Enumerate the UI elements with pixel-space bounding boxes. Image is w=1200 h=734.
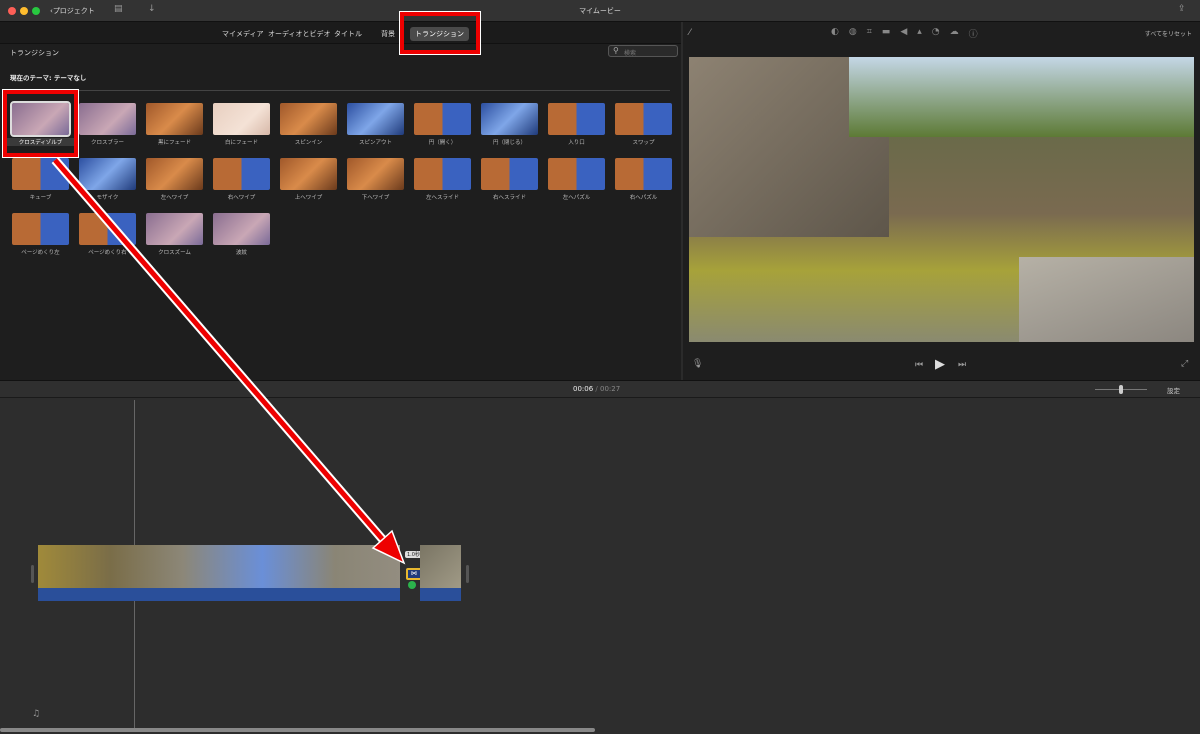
annotation-arrow <box>51 157 406 565</box>
